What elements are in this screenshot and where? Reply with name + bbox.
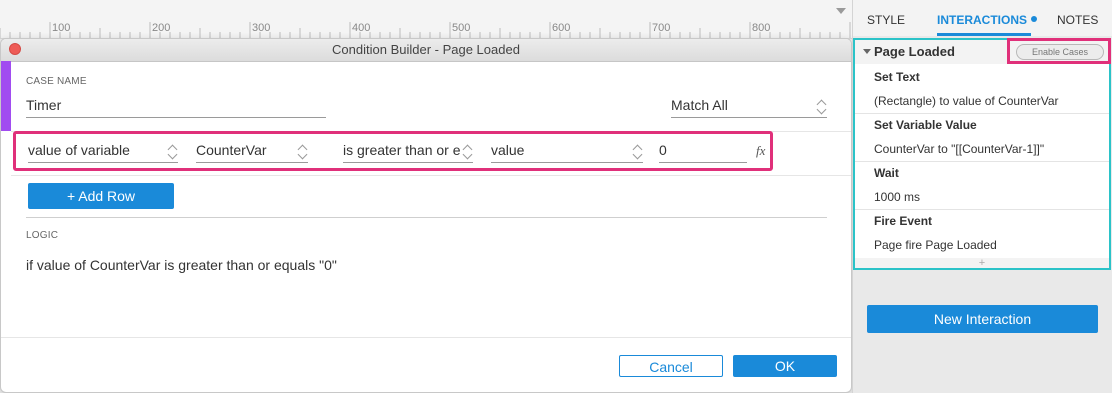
add-row-button[interactable]: + Add Row [28,183,174,209]
dialog-title: Condition Builder - Page Loaded [332,42,520,57]
condition-row: value of variable CounterVar is greater … [13,131,773,171]
fx-icon[interactable]: fx [756,143,765,159]
horizontal-ruler: 100 200 300 400 500 600 700 800 [0,0,852,39]
action-title[interactable]: Wait [874,166,899,180]
chevron-down-icon[interactable] [836,8,846,14]
operator-select[interactable]: is greater than or e [343,142,473,163]
dialog-titlebar[interactable]: Condition Builder - Page Loaded [1,39,851,62]
case-name-input[interactable]: Timer [26,97,326,118]
event-header[interactable]: Page Loaded Enable Cases [855,38,1111,64]
select-arrows-icon [817,98,827,114]
event-page-loaded: Page Loaded Enable Cases Set Text (Recta… [853,38,1111,270]
target-value-text: 0 [659,142,667,158]
enable-cases-button[interactable]: Enable Cases [1016,44,1104,60]
case-name-value: Timer [26,97,62,113]
canvas-area: 100 200 300 400 500 600 700 800 Conditio… [0,0,852,393]
target-type-select-value: value [491,142,525,158]
action-detail[interactable]: (Rectangle) to value of CounterVar [874,94,1059,108]
select-arrows-icon [168,143,178,159]
match-select-value: Match All [671,97,728,113]
caret-down-icon[interactable] [863,49,871,54]
action-detail[interactable]: CounterVar to "[[CounterVar-1]]" [874,142,1044,156]
action-title[interactable]: Set Text [874,70,920,84]
variable-select-value: CounterVar [196,142,267,158]
ruler-label: 600 [552,22,571,34]
select-arrows-icon [633,143,643,159]
ruler-label: 700 [652,22,671,34]
condition-builder-dialog: Condition Builder - Page Loaded CASE NAM… [0,38,852,393]
add-action-button[interactable]: + [855,258,1109,269]
ruler-label: 800 [752,22,771,34]
right-panel: STYLE INTERACTIONS NOTES Page Loaded Ena… [852,0,1112,393]
action-detail[interactable]: 1000 ms [874,190,920,204]
event-title: Page Loaded [874,44,955,59]
divider [855,161,1109,162]
action-title[interactable]: Set Variable Value [874,118,977,132]
ruler-ticks [0,22,851,38]
dot-indicator-icon [1031,16,1037,22]
ruler-label: 100 [52,22,71,34]
divider [11,175,851,176]
action-title[interactable]: Fire Event [874,214,932,228]
new-interaction-button[interactable]: New Interaction [867,305,1098,333]
tab-interactions-label: INTERACTIONS [937,13,1027,27]
variable-select[interactable]: CounterVar [196,142,308,163]
divider [26,217,827,218]
logic-label: LOGIC [26,230,59,241]
ruler-label: 300 [252,22,271,34]
tab-interactions[interactable]: INTERACTIONS [937,13,1037,27]
operator-select-value: is greater than or e [343,142,461,158]
ruler-label: 200 [152,22,171,34]
select-arrows-icon [298,143,308,159]
ruler-label: 500 [452,22,471,34]
divider [855,113,1109,114]
source-select-value: value of variable [28,142,130,158]
case-name-label: CASE NAME [26,76,87,87]
ok-button[interactable]: OK [733,355,837,377]
tab-style[interactable]: STYLE [867,13,905,27]
select-arrows-icon [463,143,473,159]
active-tab-indicator [937,33,1031,36]
case-accent-bar [1,61,11,131]
cancel-button[interactable]: Cancel [619,355,723,377]
target-type-select[interactable]: value [491,142,643,163]
divider [1,337,851,338]
action-detail[interactable]: Page fire Page Loaded [874,238,997,252]
divider [855,209,1109,210]
enable-cases-highlight: Enable Cases [1007,38,1111,64]
panel-tabs: STYLE INTERACTIONS NOTES [853,0,1112,36]
target-value-input[interactable]: 0 [659,142,747,163]
ruler-label: 400 [352,22,371,34]
logic-text: if value of CounterVar is greater than o… [26,257,337,273]
tab-notes[interactable]: NOTES [1057,13,1098,27]
match-select[interactable]: Match All [671,97,827,118]
source-select[interactable]: value of variable [28,142,178,163]
